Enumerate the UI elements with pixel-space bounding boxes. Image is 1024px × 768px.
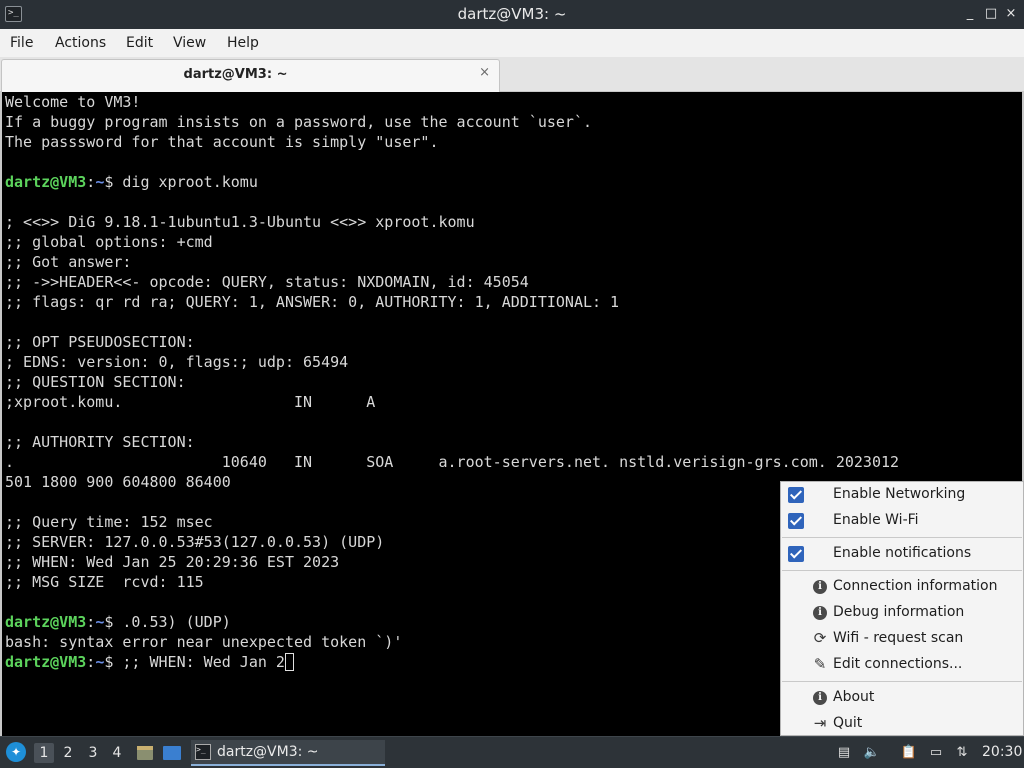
prompt-separator: : [86, 613, 96, 631]
terminal-line: The passsword for that account is simply… [5, 133, 439, 151]
menu-separator [782, 537, 1022, 538]
edit-connections-label: Edit connections... [833, 656, 963, 672]
taskbar: ✦ 1 2 3 4 >_ dartz@VM3: ~ ▤ 🔈 📋 ▭ ⇅ 20:3… [0, 736, 1024, 768]
task-label: dartz@VM3: ~ [217, 744, 319, 760]
menubar: File Actions Edit View Help [0, 29, 1024, 57]
enable-notifications-item[interactable]: Enable notifications [781, 542, 1023, 566]
menu-actions[interactable]: Actions [55, 35, 106, 51]
checkbox-checked-icon[interactable] [788, 513, 804, 529]
prompt-user: dartz@VM3 [5, 653, 87, 671]
updates-icon[interactable]: ▤ [835, 744, 853, 762]
terminal-line: If a buggy program insists on a password… [5, 113, 592, 131]
debug-information-label: Debug information [833, 604, 965, 620]
menu-separator [782, 681, 1022, 682]
close-button[interactable]: × [1004, 6, 1018, 22]
prompt-command: ;; WHEN: Wed Jan 2 [113, 653, 285, 671]
connection-information-item[interactable]: i Connection information [781, 575, 1023, 599]
debug-information-item[interactable]: i Debug information [781, 601, 1023, 625]
tab-bar: dartz@VM3: ~ × [0, 57, 1024, 92]
prompt-separator: : [86, 653, 96, 671]
show-desktop-icon[interactable] [162, 743, 182, 763]
prompt-path: ~ [95, 653, 105, 671]
checkbox-checked-icon[interactable] [788, 487, 804, 503]
prompt-path: ~ [95, 613, 105, 631]
info-icon: i [813, 580, 827, 594]
tab-label: dartz@VM3: ~ [183, 67, 288, 82]
workspace-4[interactable]: 4 [107, 743, 127, 763]
quit-item[interactable]: ⇥ Quit [781, 712, 1023, 736]
prompt-separator: : [86, 173, 96, 191]
terminal-icon: >_ [195, 744, 211, 760]
enable-networking-item[interactable]: Enable Networking [781, 483, 1023, 507]
task-terminal-button[interactable]: >_ dartz@VM3: ~ [191, 740, 385, 766]
terminal-prompt-line: dartz@VM3:~$ ;; WHEN: Wed Jan 2 [5, 652, 294, 672]
window-titlebar: >_ dartz@VM3: ~ _ □ × [0, 0, 1024, 29]
checkbox-checked-icon[interactable] [788, 546, 804, 562]
window-title: dartz@VM3: ~ [457, 5, 567, 23]
terminal-line: bash: syntax error near unexpected token… [5, 633, 403, 651]
display-icon[interactable]: ▭ [927, 744, 945, 762]
terminal-line: ;; QUESTION SECTION: [5, 373, 186, 391]
network-context-menu: Enable Networking Enable Wi-Fi Enable no… [780, 481, 1024, 736]
prompt-user: dartz@VM3 [5, 613, 87, 631]
wifi-request-scan-item[interactable]: ⟳ Wifi - request scan [781, 627, 1023, 651]
prompt-command: dig xproot.komu [113, 173, 258, 191]
edit-connections-item[interactable]: ✎ Edit connections... [781, 653, 1023, 677]
terminal-line: ;xproot.komu. IN A [5, 393, 376, 411]
terminal-line: . 10640 IN SOA a.root-servers.net. nstld… [5, 453, 900, 471]
enable-wifi-label: Enable Wi-Fi [833, 512, 919, 528]
connection-information-label: Connection information [833, 578, 998, 594]
terminal-line: ;; Query time: 152 msec [5, 513, 213, 531]
wifi-request-scan-label: Wifi - request scan [833, 630, 964, 646]
about-label: About [833, 689, 875, 705]
prompt-path: ~ [95, 173, 105, 191]
terminal-line: ;; ->>HEADER<<- opcode: QUERY, status: N… [5, 273, 529, 291]
terminal-line: ; EDNS: version: 0, flags:; udp: 65494 [5, 353, 349, 371]
terminal-line: ;; global options: +cmd [5, 233, 213, 251]
file-manager-icon[interactable] [135, 743, 155, 763]
terminal-cursor [284, 653, 294, 671]
terminal-line: ;; AUTHORITY SECTION: [5, 433, 195, 451]
exit-icon: ⇥ [813, 714, 827, 732]
menu-view[interactable]: View [173, 35, 206, 51]
terminal-line: ;; OPT PSEUDOSECTION: [5, 333, 195, 351]
pencil-icon: ✎ [813, 655, 827, 673]
about-item[interactable]: i About [781, 686, 1023, 710]
menu-edit[interactable]: Edit [126, 35, 153, 51]
terminal-line: ;; MSG SIZE rcvd: 115 [5, 573, 204, 591]
info-icon: i [813, 691, 827, 705]
enable-notifications-label: Enable notifications [833, 545, 972, 561]
terminal-prompt-line: dartz@VM3:~$ .0.53) (UDP) [5, 612, 231, 632]
workspace-1[interactable]: 1 [34, 743, 54, 763]
terminal-line: 501 1800 900 604800 86400 [5, 473, 231, 491]
maximize-button[interactable]: □ [984, 6, 998, 22]
terminal-line: ; <<>> DiG 9.18.1-1ubuntu1.3-Ubuntu <<>>… [5, 213, 475, 231]
refresh-icon: ⟳ [813, 629, 827, 647]
prompt-user: dartz@VM3 [5, 173, 87, 191]
info-icon: i [813, 606, 827, 620]
terminal-line: ;; flags: qr rd ra; QUERY: 1, ANSWER: 0,… [5, 293, 620, 311]
start-menu-icon[interactable]: ✦ [6, 742, 26, 762]
terminal-line: ;; Got answer: [5, 253, 132, 271]
menu-help[interactable]: Help [227, 35, 259, 51]
clock[interactable]: 20:30 [982, 744, 1022, 760]
workspace-3[interactable]: 3 [83, 743, 103, 763]
enable-wifi-item[interactable]: Enable Wi-Fi [781, 509, 1023, 533]
clipboard-icon[interactable]: 📋 [900, 744, 918, 762]
terminal-line: ;; SERVER: 127.0.0.53#53(127.0.0.53) (UD… [5, 533, 385, 551]
terminal-line: ;; WHEN: Wed Jan 25 20:29:36 EST 2023 [5, 553, 340, 571]
volume-icon[interactable]: 🔈 [863, 744, 881, 762]
network-icon[interactable]: ⇅ [953, 744, 971, 762]
minimize-button[interactable]: _ [963, 6, 977, 22]
workspace-2[interactable]: 2 [58, 743, 78, 763]
enable-networking-label: Enable Networking [833, 486, 966, 502]
menu-file[interactable]: File [10, 35, 33, 51]
menu-separator [782, 570, 1022, 571]
quit-label: Quit [833, 715, 863, 731]
terminal-prompt-line: dartz@VM3:~$ dig xproot.komu [5, 172, 258, 192]
tab-close-icon[interactable]: × [479, 65, 490, 80]
tab-terminal[interactable]: dartz@VM3: ~ × [1, 59, 500, 92]
terminal-line: Welcome to VM3! [5, 93, 141, 111]
prompt-command: .0.53) (UDP) [113, 613, 231, 631]
